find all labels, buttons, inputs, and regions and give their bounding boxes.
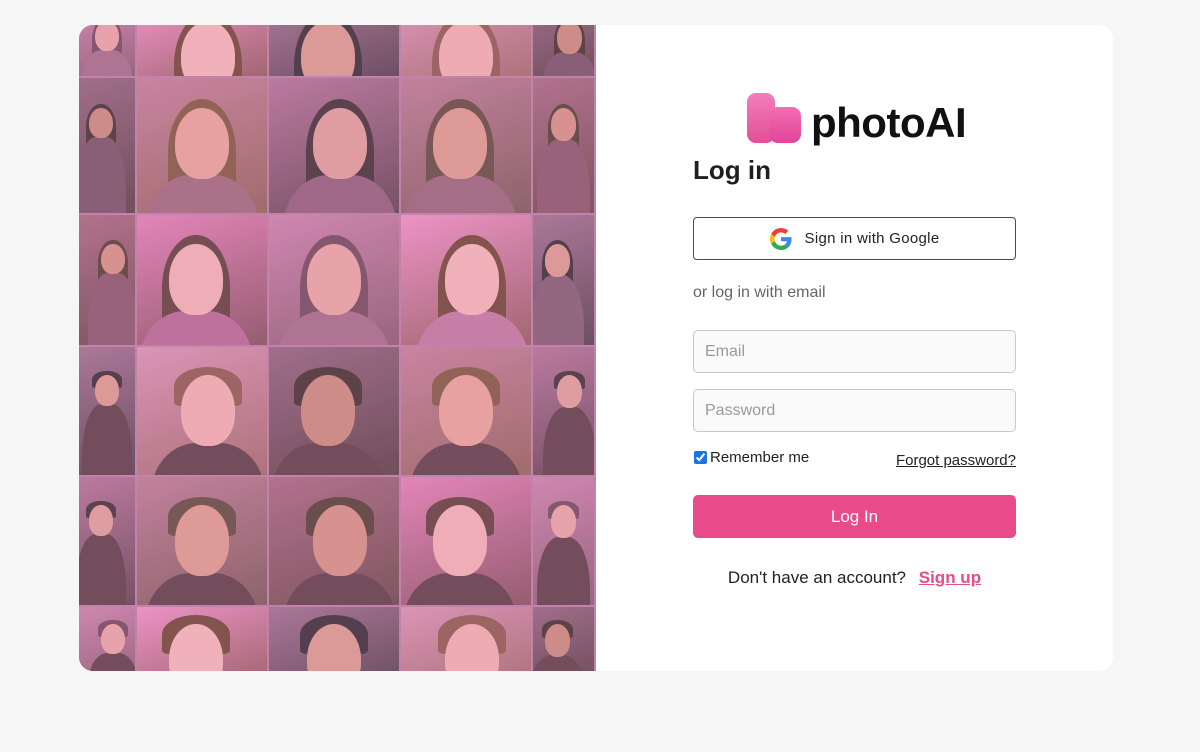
portrait-photo [269, 607, 399, 671]
google-signin-button[interactable]: Sign in with Google [693, 217, 1016, 260]
email-input[interactable] [693, 330, 1016, 373]
portrait-photo [533, 347, 594, 475]
portrait-photo [137, 78, 267, 213]
photoai-logo-icon [747, 93, 803, 145]
login-card: photoAI Log in Sign in with Google or lo… [79, 25, 1113, 671]
portrait-photo [269, 25, 399, 76]
signup-row: Don't have an account? Sign up [596, 568, 1113, 588]
portrait-photo [269, 477, 399, 605]
portrait-photo [269, 78, 399, 213]
email-divider-text: or log in with email [693, 284, 826, 301]
portrait-photo [401, 25, 531, 76]
login-button[interactable]: Log In [693, 495, 1016, 538]
portrait-photo [401, 477, 531, 605]
portrait-photo [401, 215, 531, 345]
portrait-collage [79, 25, 596, 671]
portrait-photo [401, 347, 531, 475]
portrait-photo [137, 607, 267, 671]
remember-me-label: Remember me [710, 449, 810, 466]
portrait-photo [533, 477, 594, 605]
portrait-photo [137, 347, 267, 475]
portrait-photo [533, 78, 594, 213]
portrait-photo [533, 215, 594, 345]
portrait-photo [269, 347, 399, 475]
signup-link[interactable]: Sign up [919, 568, 981, 587]
remember-me[interactable]: Remember me [694, 449, 809, 466]
portrait-photo [137, 25, 267, 76]
login-panel: photoAI Log in Sign in with Google or lo… [596, 25, 1113, 671]
password-input[interactable] [693, 389, 1016, 432]
forgot-password-link[interactable]: Forgot password? [896, 452, 1016, 469]
logo-wordmark: photoAI [811, 99, 967, 146]
portrait-photo [269, 215, 399, 345]
portrait-photo [533, 25, 594, 76]
portrait-photo [137, 215, 267, 345]
google-button-label: Sign in with Google [804, 230, 940, 247]
remember-me-checkbox[interactable] [694, 451, 707, 464]
signup-prompt: Don't have an account? [727, 568, 907, 587]
portrait-photo [79, 215, 135, 345]
portrait-photo [401, 607, 531, 671]
photoai-logo: photoAI [747, 93, 967, 146]
portrait-photo [79, 25, 135, 76]
portrait-photo [137, 477, 267, 605]
google-icon [769, 227, 792, 250]
portrait-photo [79, 607, 135, 671]
portrait-photo [79, 347, 135, 475]
portrait-photo [79, 78, 135, 213]
portrait-photo [401, 78, 531, 213]
portrait-photo [79, 477, 135, 605]
page-title: Log in [693, 155, 771, 185]
portrait-photo [533, 607, 594, 671]
